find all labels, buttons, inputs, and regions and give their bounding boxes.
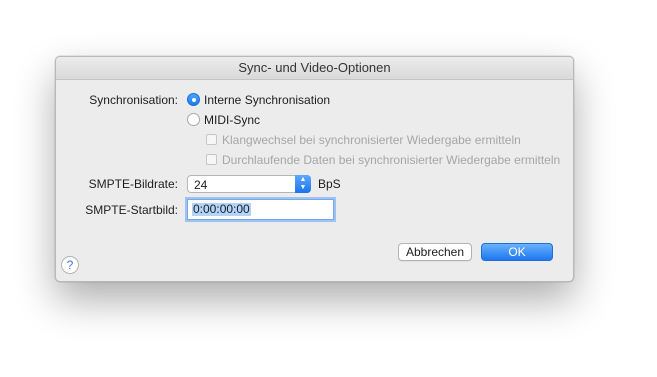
smpte-start-value: 0:00:00:00 <box>192 202 251 216</box>
help-icon[interactable]: ? <box>61 256 79 274</box>
smpte-rate-unit: BpS <box>318 177 341 191</box>
smpte-start-label: SMPTE-Startbild: <box>85 203 178 217</box>
smpte-rate-select[interactable]: 24 ▲ ▼ <box>187 175 311 193</box>
title-bar[interactable]: Sync- und Video-Optionen <box>56 57 573 80</box>
radio-midi-sync[interactable] <box>187 113 200 126</box>
sync-video-options-dialog: Sync- und Video-Optionen Synchronisation… <box>55 56 574 282</box>
radio-midi-sync-label[interactable]: MIDI-Sync <box>204 113 260 127</box>
sync-label: Synchronisation: <box>89 93 178 107</box>
select-chevron-icon[interactable]: ▲ ▼ <box>295 175 311 193</box>
smpte-rate-value: 24 <box>194 178 208 192</box>
ok-button[interactable]: OK <box>481 243 553 261</box>
checkbox-sound-change[interactable] <box>206 134 217 145</box>
checkbox-continuous-data[interactable] <box>206 154 217 165</box>
checkbox-sound-change-label: Klangwechsel bei synchronisierter Wieder… <box>222 133 521 147</box>
radio-internal-sync[interactable] <box>187 93 200 106</box>
smpte-rate-label: SMPTE-Bildrate: <box>88 177 178 191</box>
checkbox-continuous-data-label: Durchlaufende Daten bei synchronisierter… <box>222 153 561 167</box>
dialog-title: Sync- und Video-Optionen <box>238 60 391 75</box>
radio-internal-sync-label[interactable]: Interne Synchronisation <box>204 93 330 107</box>
cancel-button[interactable]: Abbrechen <box>398 243 472 261</box>
smpte-start-input[interactable]: 0:00:00:00 <box>187 199 334 220</box>
